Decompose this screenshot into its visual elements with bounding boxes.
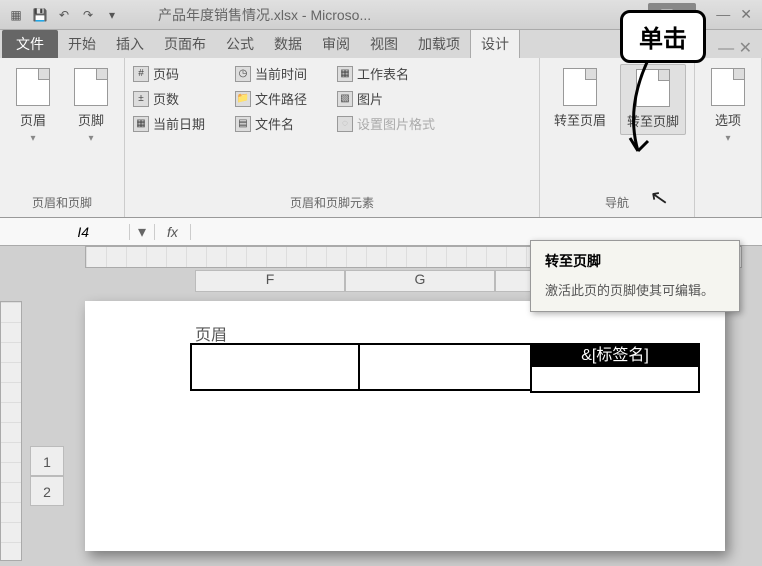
callout-bubble: 单击 [620, 10, 706, 63]
fx-button[interactable]: fx [154, 224, 191, 240]
sheet-icon: ▦ [337, 66, 353, 82]
file-icon: ▤ [235, 116, 251, 132]
page-count-button[interactable]: ±页数 [133, 89, 223, 108]
current-time-button[interactable]: ◷当前时间 [235, 64, 325, 83]
quick-access-toolbar: ▦ 💾 ↶ ↷ ▾ [0, 5, 128, 25]
row-headers: 1 2 [30, 446, 64, 506]
page-count-icon: ± [133, 91, 149, 107]
options-icon [711, 68, 745, 106]
name-box[interactable]: I4 [0, 224, 130, 240]
clock-icon: ◷ [235, 66, 251, 82]
picture-icon: ▧ [337, 91, 353, 107]
window-title: 产品年度销售情况.xlsx - Microso... [128, 5, 648, 25]
minimize-icon[interactable]: — [716, 6, 730, 23]
workbook-close-icon[interactable]: — ✕ [718, 38, 752, 58]
row-header[interactable]: 1 [30, 446, 64, 476]
header-edit-boxes[interactable]: &[标签名] [190, 343, 700, 393]
dropdown-icon: ▾ [88, 133, 93, 144]
group-label: 页眉和页脚 [8, 190, 116, 215]
calendar-icon: ▦ [133, 116, 149, 132]
save-icon[interactable]: 💾 [30, 5, 50, 25]
header-right-box-lower[interactable] [530, 367, 700, 393]
window-controls: — ✕ [706, 6, 762, 23]
vertical-ruler [0, 301, 22, 561]
page-footer-icon [74, 68, 108, 106]
page-header-icon [16, 68, 50, 106]
page-number-icon: # [133, 66, 149, 82]
tooltip-title: 转至页脚 [545, 251, 725, 271]
group-elements: #页码 ◷当前时间 ▦工作表名 ±页数 📁文件路径 ▧图片 ▦当前日期 ▤文件名… [125, 58, 540, 217]
row-header[interactable]: 2 [30, 476, 64, 506]
tab-design[interactable]: 设计 [470, 29, 520, 58]
page-number-button[interactable]: #页码 [133, 64, 223, 83]
undo-icon[interactable]: ↶ [54, 5, 74, 25]
tab-data[interactable]: 数据 [264, 30, 312, 58]
header-right-box[interactable]: &[标签名] [530, 343, 700, 367]
dropdown-icon: ▾ [725, 133, 730, 144]
sheet-name-button[interactable]: ▦工作表名 [337, 64, 427, 83]
format-picture-button: ◌设置图片格式 [337, 114, 435, 133]
goto-header-button[interactable]: 转至页眉 [548, 64, 612, 133]
folder-icon: 📁 [235, 91, 251, 107]
excel-icon[interactable]: ▦ [6, 5, 26, 25]
dropdown-icon: ▾ [30, 133, 35, 144]
tab-review[interactable]: 审阅 [312, 30, 360, 58]
header-center-box[interactable] [360, 343, 530, 391]
group-options: 选项 ▾ [695, 58, 762, 217]
page-preview: 页眉 &[标签名] [85, 301, 725, 551]
current-date-button[interactable]: ▦当前日期 [133, 114, 223, 133]
tab-page-layout[interactable]: 页面布 [154, 30, 216, 58]
format-picture-icon: ◌ [337, 116, 353, 132]
picture-button[interactable]: ▧图片 [337, 89, 427, 108]
header-left-box[interactable] [190, 343, 360, 391]
file-tab[interactable]: 文件 [2, 30, 58, 58]
tab-home[interactable]: 开始 [58, 30, 106, 58]
qat-dropdown-icon[interactable]: ▾ [102, 5, 122, 25]
group-header-footer: 页眉 ▾ 页脚 ▾ 页眉和页脚 [0, 58, 125, 217]
header-section-label: 页眉 [195, 321, 227, 345]
close-icon[interactable]: ✕ [740, 6, 752, 23]
tooltip-body: 激活此页的页脚使其可编辑。 [545, 281, 725, 301]
tab-insert[interactable]: 插入 [106, 30, 154, 58]
callout-arrow [620, 56, 680, 166]
tooltip: 转至页脚 激活此页的页脚使其可编辑。 [530, 240, 740, 312]
col-header[interactable]: F [195, 270, 345, 292]
tab-addins[interactable]: 加载项 [408, 30, 470, 58]
group-label: 页眉和页脚元素 [133, 190, 531, 215]
tab-formulas[interactable]: 公式 [216, 30, 264, 58]
file-path-button[interactable]: 📁文件路径 [235, 89, 325, 108]
goto-header-icon [563, 68, 597, 106]
group-label [703, 193, 753, 215]
name-box-dropdown-icon[interactable]: ▾ [130, 222, 154, 242]
col-header[interactable]: G [345, 270, 495, 292]
options-button[interactable]: 选项 ▾ [703, 64, 753, 148]
footer-button[interactable]: 页脚 ▾ [66, 64, 116, 148]
tab-view[interactable]: 视图 [360, 30, 408, 58]
file-name-button[interactable]: ▤文件名 [235, 114, 325, 133]
header-button[interactable]: 页眉 ▾ [8, 64, 58, 148]
redo-icon[interactable]: ↷ [78, 5, 98, 25]
callout-text: 单击 [639, 26, 687, 53]
